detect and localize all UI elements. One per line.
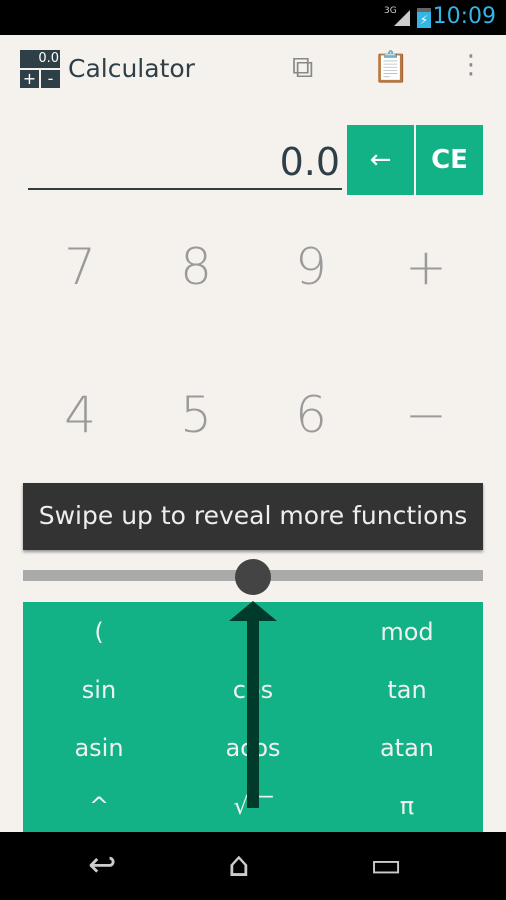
signal-icon <box>394 10 410 26</box>
swipe-up-arrowhead-icon <box>229 601 277 621</box>
clear-button[interactable]: CE <box>416 125 483 195</box>
battery-charging-icon: ⚡ <box>417 8 431 28</box>
back-icon[interactable]: ↩ <box>88 845 117 885</box>
navigation-bar <box>0 832 506 900</box>
key-tan[interactable]: tan <box>342 675 472 705</box>
key-mod[interactable]: mod <box>342 617 472 647</box>
copy-icon[interactable]: ⧉ <box>292 50 313 85</box>
status-bar: 3G ⚡ 10:09 <box>0 0 506 35</box>
key-power[interactable]: ^ <box>34 791 164 821</box>
key-open-paren[interactable]: ( <box>34 617 164 647</box>
drawer-handle[interactable] <box>235 559 271 595</box>
swipe-up-arrow-icon <box>247 618 259 808</box>
clock: 10:09 <box>432 4 496 29</box>
key-pi[interactable]: π <box>342 791 472 821</box>
logo-plus: + <box>20 70 39 88</box>
key-minus[interactable]: − <box>386 386 466 444</box>
key-atan[interactable]: atan <box>342 733 472 763</box>
key-6[interactable]: 6 <box>271 386 351 444</box>
key-8[interactable]: 8 <box>156 238 236 296</box>
logo-minus: - <box>41 70 60 88</box>
key-plus[interactable]: + <box>386 238 466 296</box>
key-7[interactable]: 7 <box>40 238 120 296</box>
app-logo: 0.0 + - <box>20 50 60 88</box>
home-icon[interactable]: ⌂ <box>228 845 250 885</box>
logo-display: 0.0 <box>20 50 60 68</box>
display-input[interactable]: 0.0 <box>28 140 342 190</box>
key-asin[interactable]: asin <box>34 733 164 763</box>
key-9[interactable]: 9 <box>271 238 351 296</box>
paste-icon[interactable]: 📋 <box>372 50 409 85</box>
swipe-hint-tooltip: Swipe up to reveal more functions <box>23 483 483 550</box>
key-5[interactable]: 5 <box>156 386 236 444</box>
recent-apps-icon[interactable]: ▭ <box>370 845 402 885</box>
key-sin[interactable]: sin <box>34 675 164 705</box>
backspace-button[interactable]: ← <box>347 125 414 195</box>
key-4[interactable]: 4 <box>40 386 120 444</box>
overflow-menu-icon[interactable]: ⋮ <box>458 50 484 80</box>
app-title: Calculator <box>68 54 195 83</box>
